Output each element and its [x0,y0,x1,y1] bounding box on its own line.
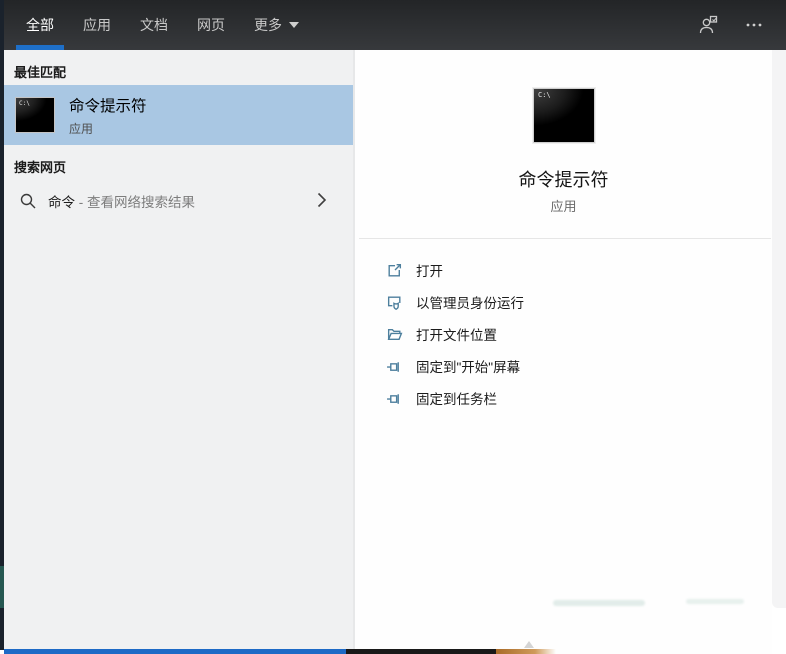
action-pin-to-taskbar[interactable]: 固定到任务栏 [355,382,772,414]
chevron-down-icon [289,22,299,28]
taskbar-sliver-blue [4,649,346,654]
search-web-header: 搜索网页 [14,160,67,175]
small-gray-artifact [524,641,534,648]
more-label: 更多 [254,17,282,33]
action-run-as-admin[interactable]: 以管理员身份运行 [355,286,772,318]
action-pin-to-taskbar-label: 固定到任务栏 [416,392,497,407]
action-open-file-location[interactable]: 打开文件位置 [355,318,772,350]
command-prompt-icon-large: C:\ [533,88,595,143]
tab-all[interactable]: 全部 [16,0,64,50]
tab-documents-label: 文档 [140,17,168,33]
command-prompt-icon-text: C:\ [19,100,30,107]
pin-icon [387,393,399,404]
context-actions: 打开 以管理员身份运行 打开文件位置 固定到"开始"屏幕 固定到任务栏 [355,254,772,414]
best-match-texts: 命令提示符 应用 [69,94,147,137]
tab-web-label: 网页 [197,17,225,33]
run-as-admin-icon [387,295,401,310]
web-search-text: 命令 - 查看网络搜索结果 [48,191,195,211]
tab-all-label: 全部 [26,17,54,33]
command-prompt-icon: C:\ [15,97,55,133]
more-options-ellipsis-icon[interactable] [742,13,766,37]
results-panel: 最佳匹配 C:\ 命令提示符 应用 搜索网页 命令 - 查看网络搜索结果 [0,50,353,650]
action-open-label: 打开 [416,264,443,279]
account-sign-in-options-icon[interactable] [696,13,720,37]
more-dropdown[interactable]: 更多 [252,0,301,50]
pin-icon [387,361,399,372]
tab-apps-label: 应用 [83,17,111,33]
open-file-location-icon [387,328,403,340]
tab-web[interactable]: 网页 [195,0,227,50]
app-title: 命令提示符 [518,170,609,190]
best-match-title: 命令提示符 [69,97,147,115]
command-prompt-icon-text: C:\ [538,91,551,99]
app-subtitle: 应用 [550,199,577,214]
preview-panel: C:\ 命令提示符 应用 打开 以管理员身份运行 打开文件位置 固定到"开始"屏… [355,50,772,654]
watermark-smudge [686,599,744,604]
watermark-smudge [553,600,645,606]
left-edge-artifact [0,566,4,608]
action-pin-to-start-label: 固定到"开始"屏幕 [416,360,521,375]
filter-tabs: 全部 应用 文档 网页 更多 [0,0,301,50]
best-match-subtitle: 应用 [69,121,94,136]
web-search-hint: - 查看网络搜索结果 [75,195,195,210]
action-pin-to-start[interactable]: 固定到"开始"屏幕 [355,350,772,382]
screen-left-edge [0,0,4,650]
windows-search-flyout: 全部 应用 文档 网页 更多 最佳匹配 C:\ 命令提示符 应用 搜索网页 命令… [0,0,786,654]
web-search-query: 命令 [48,195,75,210]
web-search-result-row[interactable]: 命令 - 查看网络搜索结果 [0,183,353,219]
tab-documents[interactable]: 文档 [138,0,170,50]
search-icon [20,193,36,209]
action-open-file-location-label: 打开文件位置 [416,328,497,343]
chevron-right-icon[interactable] [317,192,327,208]
best-match-header: 最佳匹配 [14,65,67,80]
taskbar-sliver-dark [346,649,496,654]
section-divider [359,238,771,239]
tab-apps[interactable]: 应用 [81,0,113,50]
action-run-as-admin-label: 以管理员身份运行 [416,296,524,311]
action-open[interactable]: 打开 [355,254,772,286]
topbar-icons [696,13,786,37]
right-gutter [772,50,786,608]
open-icon [388,263,402,277]
best-match-result-command-prompt[interactable]: C:\ 命令提示符 应用 [0,85,353,145]
taskbar-sliver-orange [496,649,556,654]
search-filter-bar: 全部 应用 文档 网页 更多 [0,0,786,50]
